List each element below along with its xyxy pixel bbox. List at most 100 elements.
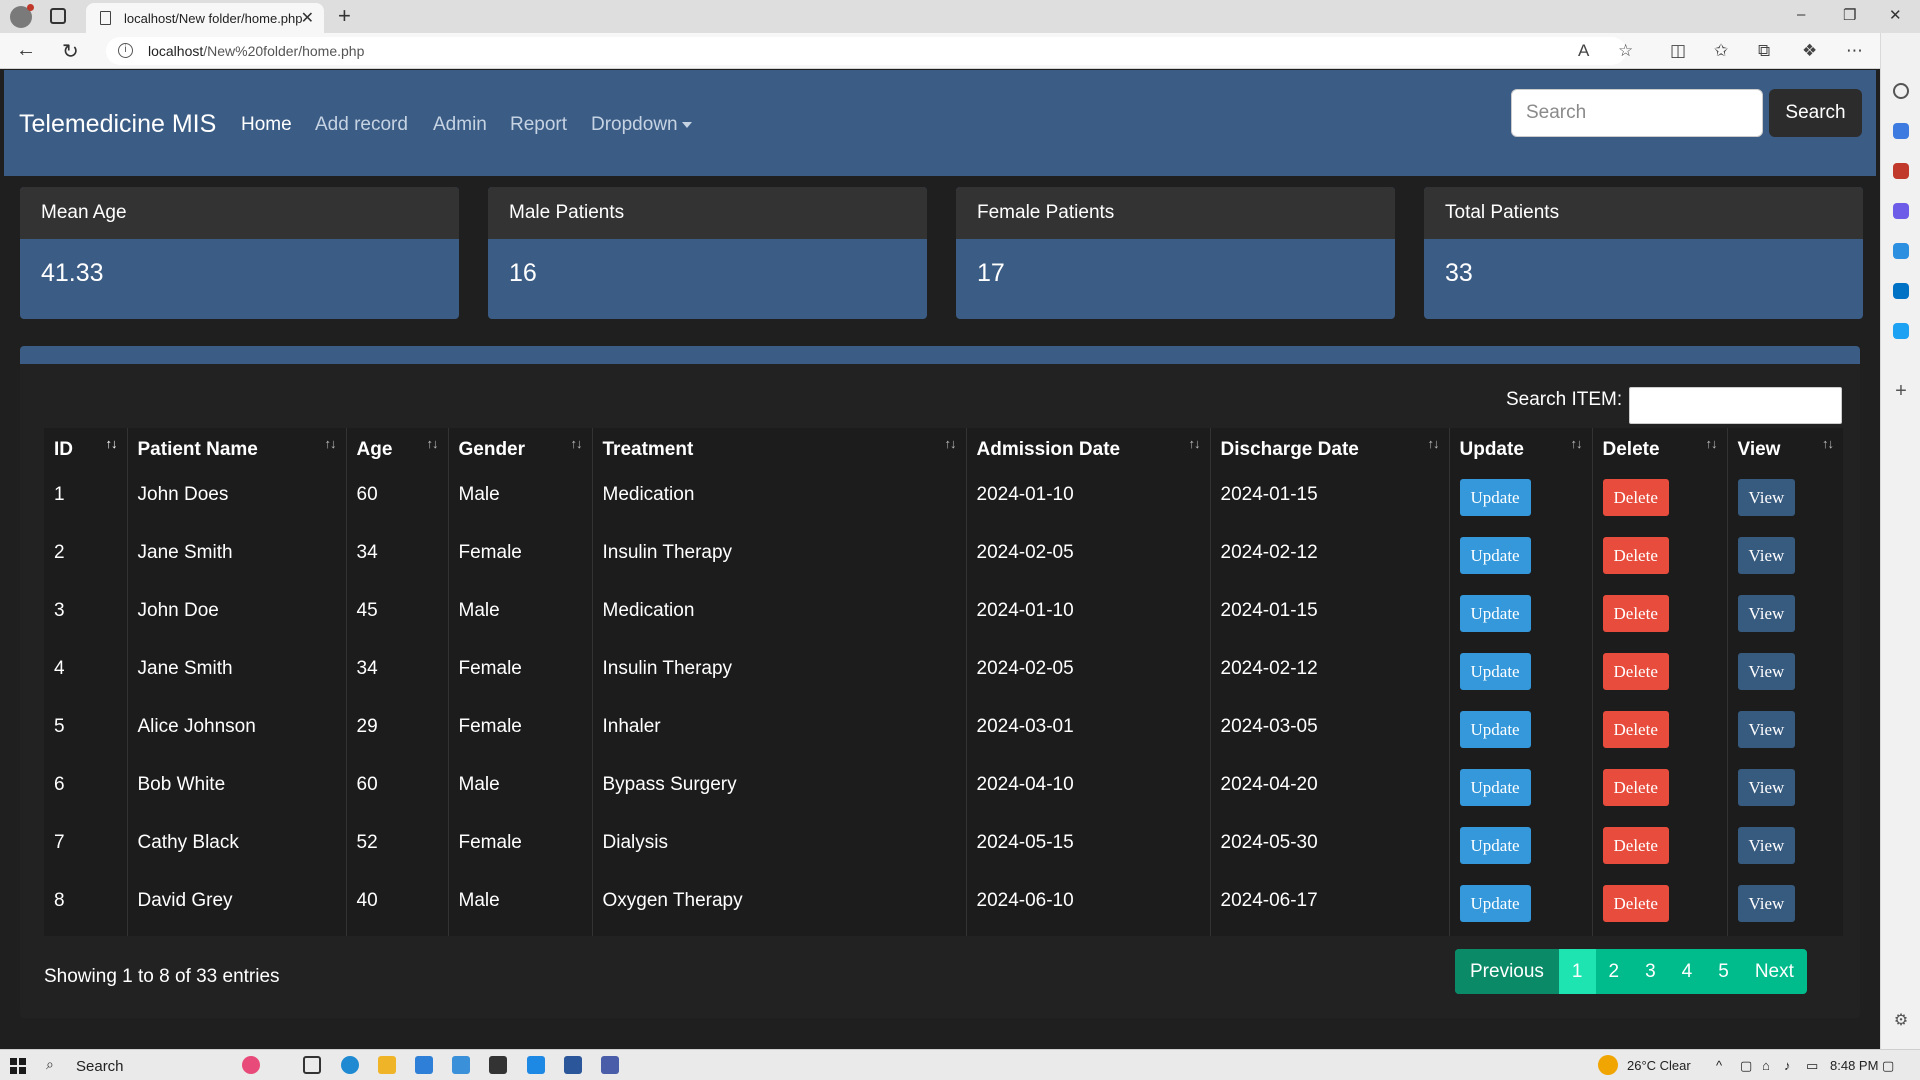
nav-home[interactable]: Home xyxy=(241,114,292,136)
view-button[interactable]: View xyxy=(1737,827,1796,864)
cell-patient-name: John Does xyxy=(127,472,347,530)
nav-dropdown[interactable]: Dropdown xyxy=(591,114,692,136)
extensions-icon[interactable]: ❖ xyxy=(1802,41,1817,61)
col-age[interactable]: Age ↑↓ xyxy=(346,428,449,472)
app-icon[interactable] xyxy=(601,1056,619,1074)
sidebar-add-icon[interactable]: + xyxy=(1893,381,1909,401)
back-icon[interactable]: ← xyxy=(16,39,36,62)
profile-avatar-icon[interactable] xyxy=(10,4,34,28)
task-view-icon[interactable] xyxy=(303,1056,321,1074)
update-button[interactable]: Update xyxy=(1459,827,1531,864)
pagination-page-3[interactable]: 3 xyxy=(1632,949,1669,994)
notifications-icon[interactable]: ▢ xyxy=(1882,1058,1894,1074)
weather-text[interactable]: 26°C Clear xyxy=(1627,1058,1691,1073)
navbar-search-input[interactable] xyxy=(1511,89,1763,137)
sidebar-tools-icon[interactable] xyxy=(1893,163,1909,179)
update-button[interactable]: Update xyxy=(1459,595,1531,632)
favorites-icon[interactable]: ✩ xyxy=(1714,41,1728,61)
browser-tab[interactable]: localhost/New folder/home.php ✕ xyxy=(86,3,324,33)
pagination-next[interactable]: Next xyxy=(1742,949,1807,994)
col-delete[interactable]: Delete ↑↓ xyxy=(1592,428,1728,472)
pagination-page-5[interactable]: 5 xyxy=(1705,949,1742,994)
sidebar-settings-icon[interactable]: ⚙ xyxy=(1893,1013,1909,1029)
pagination-page-2[interactable]: 2 xyxy=(1596,949,1633,994)
update-button[interactable]: Update xyxy=(1459,711,1531,748)
vscode-icon[interactable] xyxy=(527,1056,545,1074)
view-button[interactable]: View xyxy=(1737,653,1796,690)
site-info-icon[interactable]: i xyxy=(118,43,133,58)
col-id[interactable]: ID ↑↓ xyxy=(44,428,128,472)
pagination-page-1[interactable]: 1 xyxy=(1558,949,1596,994)
delete-button[interactable]: Delete xyxy=(1602,769,1669,806)
cell-patient-name: David Grey xyxy=(127,878,347,936)
tray-device-icon[interactable]: ▢ xyxy=(1740,1058,1752,1074)
delete-button[interactable]: Delete xyxy=(1602,595,1669,632)
table-search-input[interactable] xyxy=(1629,387,1842,424)
split-screen-icon[interactable]: ◫ xyxy=(1670,41,1686,61)
close-tab-icon[interactable]: ✕ xyxy=(301,8,314,28)
col-gender[interactable]: Gender ↑↓ xyxy=(448,428,593,472)
tab-actions-icon[interactable] xyxy=(50,8,66,24)
minimize-icon[interactable]: – xyxy=(1797,6,1805,23)
view-button[interactable]: View xyxy=(1737,595,1796,632)
sidebar-games-icon[interactable] xyxy=(1893,203,1909,219)
update-button[interactable]: Update xyxy=(1459,479,1531,516)
nav-add-record[interactable]: Add record xyxy=(315,114,408,136)
col-view[interactable]: View ↑↓ xyxy=(1727,428,1843,472)
volume-icon[interactable]: ♪ xyxy=(1784,1058,1791,1073)
cell-age: 45 xyxy=(346,588,449,646)
col-treatment[interactable]: Treatment ↑↓ xyxy=(592,428,967,472)
windows-start-icon[interactable] xyxy=(10,1058,26,1074)
pagination-page-4[interactable]: 4 xyxy=(1669,949,1706,994)
nav-report[interactable]: Report xyxy=(510,114,567,136)
sidebar-m365-icon[interactable] xyxy=(1893,243,1909,259)
store-icon[interactable] xyxy=(415,1056,433,1074)
sidebar-shopping-icon[interactable] xyxy=(1893,123,1909,139)
pagination-previous[interactable]: Previous xyxy=(1455,949,1559,994)
favorite-star-icon[interactable]: ☆ xyxy=(1618,41,1633,61)
delete-button[interactable]: Delete xyxy=(1602,885,1669,922)
url-field[interactable]: i localhost/New%20folder/home.php xyxy=(106,37,1626,65)
update-button[interactable]: Update xyxy=(1459,537,1531,574)
mail-icon[interactable] xyxy=(452,1056,470,1074)
brand-logo[interactable]: Telemedicine MIS xyxy=(19,110,216,139)
view-button[interactable]: View xyxy=(1737,537,1796,574)
update-button[interactable]: Update xyxy=(1459,769,1531,806)
delete-button[interactable]: Delete xyxy=(1602,827,1669,864)
view-button[interactable]: View xyxy=(1737,885,1796,922)
delete-button[interactable]: Delete xyxy=(1602,653,1669,690)
sidebar-drop-icon[interactable] xyxy=(1893,323,1909,339)
view-button[interactable]: View xyxy=(1737,769,1796,806)
clock[interactable]: 8:48 PM xyxy=(1830,1058,1878,1073)
file-explorer-icon[interactable] xyxy=(378,1056,396,1074)
battery-icon[interactable]: ▭ xyxy=(1806,1058,1818,1074)
col-update[interactable]: Update ↑↓ xyxy=(1449,428,1593,472)
update-button[interactable]: Update xyxy=(1459,653,1531,690)
col-patient-name[interactable]: Patient Name ↑↓ xyxy=(127,428,347,472)
refresh-icon[interactable]: ↻ xyxy=(62,39,79,64)
update-button[interactable]: Update xyxy=(1459,885,1531,922)
delete-button[interactable]: Delete xyxy=(1602,537,1669,574)
read-aloud-icon[interactable]: A xyxy=(1578,41,1589,61)
sidebar-search-icon[interactable] xyxy=(1893,83,1909,99)
cell-age: 29 xyxy=(346,704,449,762)
delete-button[interactable]: Delete xyxy=(1602,479,1669,516)
nav-admin[interactable]: Admin xyxy=(433,114,487,136)
view-button[interactable]: View xyxy=(1737,711,1796,748)
word-icon[interactable] xyxy=(564,1056,582,1074)
navbar-search-button[interactable]: Search xyxy=(1769,89,1862,137)
sidebar-outlook-icon[interactable] xyxy=(1893,283,1909,299)
close-window-icon[interactable]: ✕ xyxy=(1889,6,1902,24)
view-button[interactable]: View xyxy=(1737,479,1796,516)
col-admission-date[interactable]: Admission Date ↑↓ xyxy=(966,428,1211,472)
edge-app-icon[interactable] xyxy=(341,1056,359,1074)
tray-chevron-icon[interactable]: ^ xyxy=(1716,1058,1722,1073)
terminal-icon[interactable] xyxy=(489,1056,507,1074)
network-icon[interactable]: ⌂ xyxy=(1762,1058,1770,1073)
collections-icon[interactable]: ⧉ xyxy=(1758,41,1770,61)
more-menu-icon[interactable]: ⋯ xyxy=(1846,41,1863,61)
new-tab-icon[interactable]: + xyxy=(338,3,351,29)
col-discharge-date[interactable]: Discharge Date ↑↓ xyxy=(1210,428,1450,472)
restore-icon[interactable]: ❐ xyxy=(1843,6,1856,24)
delete-button[interactable]: Delete xyxy=(1602,711,1669,748)
